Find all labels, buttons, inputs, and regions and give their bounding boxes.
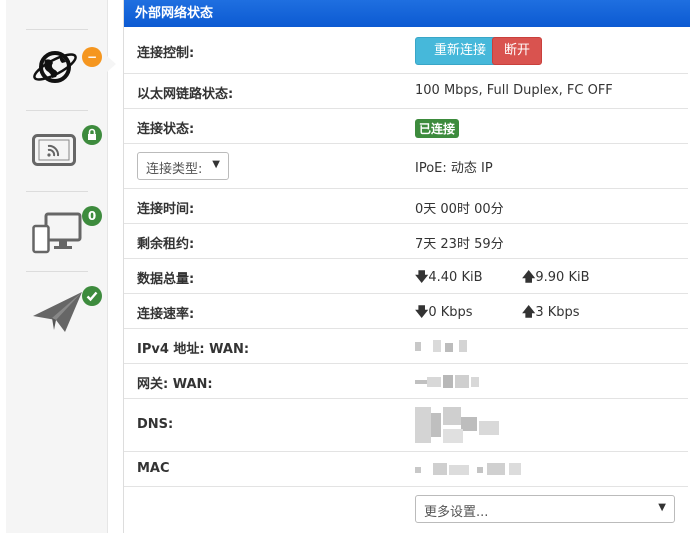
row-ipv4-address: IPv4 地址: WAN: — [124, 329, 688, 364]
speed-down: 🡇0 Kbps — [415, 305, 473, 320]
row-connection-type: 连接类型: ▼ IPoE: 动态 IP — [124, 144, 688, 189]
row-connection-time: 连接时间: 0天 00时 00分 — [124, 189, 688, 224]
data-down: 🡇4.40 KiB — [415, 270, 483, 285]
nav-item-send[interactable] — [6, 272, 107, 352]
disconnect-button[interactable]: 断开 — [492, 37, 542, 65]
row-label: 连接速率: — [137, 307, 195, 322]
row-mac: MAC — [124, 452, 688, 487]
row-label: 网关: WAN: — [137, 377, 213, 392]
lock-icon — [82, 125, 102, 145]
row-connection-speed: 连接速率: 🡇0 Kbps 🡅3 Kbps — [124, 294, 688, 329]
row-label: 以太网链路状态: — [137, 87, 234, 102]
nav-item-devices[interactable]: 0 — [6, 192, 107, 272]
more-settings-select[interactable]: 更多设置... ▼ — [415, 495, 675, 523]
arrow-up-icon: 🡅 — [522, 305, 536, 320]
connection-time-value: 0天 00时 00分 — [415, 202, 504, 217]
ethernet-link-value: 100 Mbps, Full Duplex, FC OFF — [415, 83, 613, 98]
row-label: IPv4 地址: WAN: — [137, 342, 250, 357]
arrow-down-icon: 🡇 — [415, 305, 429, 320]
nav-badge-internet: − — [82, 47, 102, 67]
row-remaining-lease: 剩余租约: 7天 23时 59分 — [124, 224, 688, 259]
row-gateway: 网关: WAN: — [124, 364, 688, 399]
paper-plane-icon — [33, 292, 82, 332]
status-badge: 已连接 — [415, 119, 460, 138]
arrow-down-icon: 🡇 — [415, 270, 429, 285]
dns-value-redacted — [415, 407, 511, 445]
active-pointer — [107, 56, 116, 72]
chevron-down-icon: ▼ — [658, 502, 666, 513]
remaining-lease-value: 7天 23时 59分 — [415, 237, 504, 252]
row-label: 数据总量: — [137, 272, 195, 287]
nav-item-internet[interactable]: − — [6, 30, 107, 110]
left-navigation: − 0 — [6, 0, 116, 533]
row-label: MAC — [137, 461, 170, 476]
nav-badge-devices: 0 — [82, 206, 102, 226]
row-label: 剩余租约: — [137, 237, 195, 252]
nav-item-wireless[interactable] — [6, 111, 107, 191]
row-more-settings: 更多设置... ▼ — [124, 487, 688, 533]
globe-icon — [33, 51, 77, 83]
row-dns: DNS: — [124, 399, 688, 452]
mac-value-redacted — [415, 463, 535, 477]
speed-up: 🡅3 Kbps — [522, 305, 580, 320]
devices-icon — [32, 212, 82, 254]
gateway-value-redacted — [415, 375, 485, 389]
chevron-down-icon: ▼ — [212, 159, 220, 170]
connection-type-value: IPoE: 动态 IP — [415, 161, 493, 176]
wireless-tablet-icon — [32, 134, 76, 166]
row-label: DNS: — [137, 417, 174, 432]
row-data-total: 数据总量: 🡇4.40 KiB 🡅9.90 KiB — [124, 259, 688, 294]
connection-type-select[interactable]: 连接类型: ▼ — [137, 152, 229, 180]
panel-title: 外部网络状态 — [124, 0, 690, 27]
wan-status-panel: 外部网络状态 连接控制: 重新连接 断开 以太网链路状态: 100 Mbps, … — [123, 0, 690, 533]
row-ethernet-link: 以太网链路状态: 100 Mbps, Full Duplex, FC OFF — [124, 74, 688, 109]
row-label: 连接状态: — [137, 122, 195, 137]
arrow-up-icon: 🡅 — [522, 270, 536, 285]
row-label: 连接控制: — [137, 46, 195, 61]
row-label: 连接时间: — [137, 202, 195, 217]
check-icon — [82, 286, 102, 306]
ipv4-value-redacted — [415, 340, 475, 354]
row-connection-status: 连接状态: 已连接 — [124, 109, 688, 144]
row-connection-control: 连接控制: 重新连接 断开 — [124, 27, 688, 74]
data-up: 🡅9.90 KiB — [522, 270, 590, 285]
